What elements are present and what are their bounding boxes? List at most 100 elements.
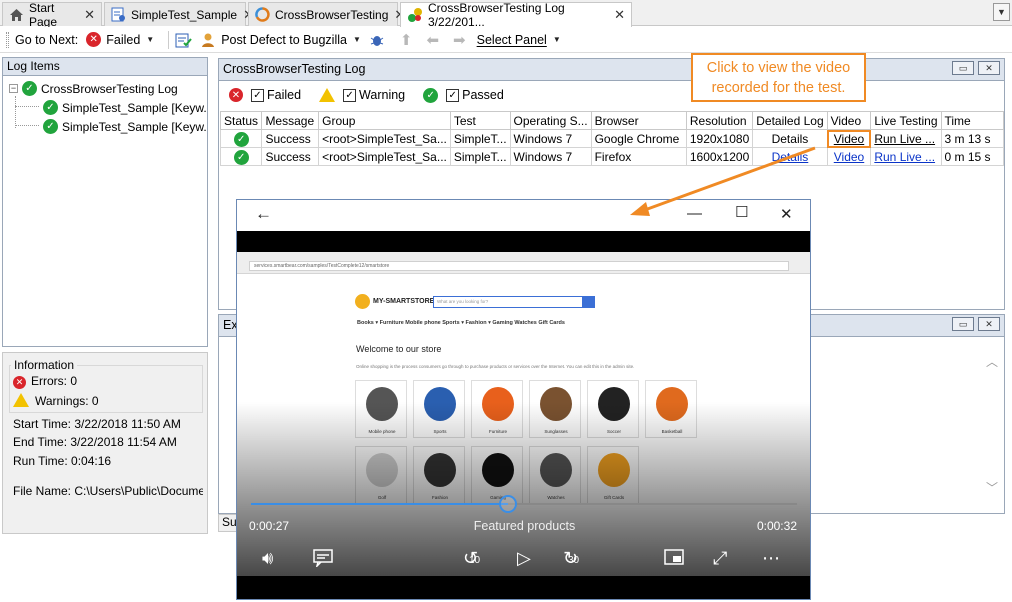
- column-header[interactable]: Test: [449, 111, 511, 130]
- failed-filter[interactable]: ✕ ✓ Failed: [229, 88, 301, 102]
- collapse-icon[interactable]: −: [9, 84, 18, 93]
- information-panel: Information ✕ Errors: 0 Warnings: 0 Start…: [2, 352, 208, 534]
- close-icon[interactable]: ✕: [978, 61, 1000, 75]
- os-cell: Windows 7: [509, 147, 592, 166]
- run-live-link-label[interactable]: Run Live ...: [874, 150, 935, 164]
- tree-item-label: CrossBrowserTesting Log: [41, 81, 178, 96]
- column-header[interactable]: Status: [219, 111, 263, 130]
- run-live-link[interactable]: Run Live ...: [870, 147, 942, 166]
- warnings-line: Warnings: 0: [13, 391, 99, 408]
- column-header[interactable]: Detailed Log: [752, 111, 828, 130]
- tree-item[interactable]: ✓ SimpleTest_Sample [Keyw...: [3, 98, 207, 117]
- video-player-window: ← — ☐ ✕ services.smartbear.com/samples/T…: [236, 199, 811, 600]
- select-panel-button[interactable]: Select Panel ▼: [477, 33, 561, 47]
- tab-list-dropdown[interactable]: ▼: [993, 3, 1010, 21]
- warning-filter[interactable]: ✓ Warning: [319, 88, 405, 102]
- bug-button[interactable]: [369, 32, 385, 48]
- information-title: Information: [11, 358, 78, 372]
- success-icon: ✓: [233, 131, 249, 147]
- tab-crossbrowsertesting-log[interactable]: CrossBrowserTesting Log 3/22/201... ✕: [400, 1, 632, 29]
- results-table: Status Message Group Test Operating S...…: [219, 111, 1004, 166]
- test-cell: SimpleT...: [449, 129, 511, 148]
- success-icon: ✓: [43, 100, 58, 115]
- column-header[interactable]: Browser: [590, 111, 687, 130]
- panel-title: CrossBrowserTesting Log: [219, 59, 1004, 81]
- log-items-header: Log Items: [3, 58, 207, 76]
- crossbrowsertesting-icon: [255, 7, 270, 23]
- tab-label: CrossBrowserTesting Log 3/22/201...: [428, 1, 565, 29]
- forward-arrow-icon[interactable]: ➡: [453, 31, 466, 49]
- back-arrow-icon[interactable]: ←: [255, 204, 272, 224]
- close-icon[interactable]: ✕: [608, 7, 625, 23]
- chevron-down-icon[interactable]: ▼: [553, 35, 561, 44]
- warning-checkbox[interactable]: ✓: [343, 88, 357, 102]
- more-options-icon[interactable]: ⋯: [762, 548, 780, 569]
- run-live-link[interactable]: Run Live ...: [870, 129, 942, 148]
- failed-checkbox[interactable]: ✓: [251, 88, 264, 102]
- video-link[interactable]: Video: [826, 147, 872, 166]
- seek-bar-handle[interactable]: [499, 495, 517, 513]
- select-panel-label: Select Panel: [476, 32, 547, 47]
- column-header[interactable]: Group: [318, 111, 451, 130]
- close-icon[interactable]: ✕: [780, 205, 793, 223]
- scroll-down-icon[interactable]: ﹀: [986, 479, 998, 496]
- column-header[interactable]: Operating S...: [509, 111, 592, 130]
- column-header[interactable]: Message: [261, 111, 320, 130]
- panel-window-buttons: ▭ ✕: [952, 61, 1000, 75]
- passed-checkbox[interactable]: ✓: [446, 88, 460, 102]
- column-header[interactable]: Video: [826, 111, 872, 130]
- success-icon: ✓: [43, 119, 58, 134]
- minimize-icon[interactable]: —: [687, 205, 702, 222]
- restore-icon[interactable]: ▭: [952, 317, 974, 331]
- close-icon[interactable]: ✕: [78, 7, 95, 23]
- table-row[interactable]: ✓ Success <root>SimpleTest_Sa... SimpleT…: [219, 129, 1004, 148]
- tab-crossbrowsertesting[interactable]: CrossBrowserTesting ✕: [248, 2, 405, 26]
- log-tree: − ✓ CrossBrowserTesting Log ✓ SimpleTest…: [3, 76, 207, 136]
- table-row[interactable]: ✓ Success <root>SimpleTest_Sa... SimpleT…: [219, 147, 1004, 166]
- tab-start-page[interactable]: Start Page ✕: [2, 1, 102, 29]
- column-header[interactable]: Time: [940, 111, 1004, 130]
- play-icon[interactable]: ▷: [517, 548, 531, 569]
- chevron-down-icon[interactable]: ▼: [146, 35, 154, 44]
- toolbar-grip[interactable]: [6, 31, 9, 48]
- success-icon: ✓: [22, 81, 37, 96]
- back-arrow-icon[interactable]: ⬅: [426, 31, 439, 49]
- restore-icon[interactable]: ▭: [952, 61, 974, 75]
- error-icon: ✕: [86, 32, 102, 47]
- post-defect-button[interactable]: Post Defect to Bugzilla ▼: [200, 32, 361, 48]
- passed-filter[interactable]: ✓ ✓ Passed: [423, 87, 504, 103]
- compare-button[interactable]: [175, 32, 192, 48]
- video-link-label[interactable]: Video: [834, 132, 864, 146]
- scroll-up-icon[interactable]: ︿: [986, 353, 998, 370]
- run-live-link-label[interactable]: Run Live ...: [874, 132, 935, 146]
- message-cell: Success: [261, 147, 320, 166]
- tab-label: CrossBrowserTesting: [275, 7, 389, 22]
- details-link[interactable]: Details: [752, 147, 828, 166]
- close-icon[interactable]: ✕: [978, 317, 1000, 331]
- captions-icon[interactable]: [313, 549, 333, 572]
- go-to-next-failed-button[interactable]: ✕ Failed ▼: [86, 32, 154, 47]
- volume-icon[interactable]: 🔊︎: [262, 548, 273, 569]
- chevron-down-icon[interactable]: ▼: [353, 35, 361, 44]
- details-link-label[interactable]: Details: [772, 150, 809, 164]
- tree-item[interactable]: ✓ SimpleTest_Sample [Keyw...: [3, 117, 207, 136]
- tree-root-item[interactable]: − ✓ CrossBrowserTesting Log: [3, 79, 207, 98]
- success-icon: ✓: [233, 149, 249, 165]
- video-link[interactable]: Video: [826, 129, 872, 148]
- player-title-bar: ← — ☐ ✕: [237, 200, 810, 231]
- recorded-search-button: [583, 296, 595, 308]
- fullscreen-icon[interactable]: ⤢: [713, 548, 727, 569]
- message-cell: Success: [261, 129, 320, 148]
- column-header[interactable]: Resolution: [685, 111, 754, 130]
- group-cell: <root>SimpleTest_Sa...: [318, 147, 451, 166]
- details-link[interactable]: Details: [752, 129, 828, 148]
- up-arrow-icon[interactable]: ⬆: [400, 31, 413, 49]
- recorded-browser-chrome: services.smartbear.com/samples/TestCompl…: [237, 252, 810, 274]
- warning-icon: [319, 88, 336, 102]
- mini-view-icon[interactable]: [664, 549, 684, 570]
- maximize-icon[interactable]: ☐: [735, 203, 748, 221]
- video-link-label[interactable]: Video: [834, 150, 864, 164]
- tree-item-label: SimpleTest_Sample [Keyw...: [62, 119, 207, 134]
- tab-simpletest-sample[interactable]: SimpleTest_Sample ✕: [104, 2, 254, 26]
- column-header[interactable]: Live Testing: [870, 111, 942, 130]
